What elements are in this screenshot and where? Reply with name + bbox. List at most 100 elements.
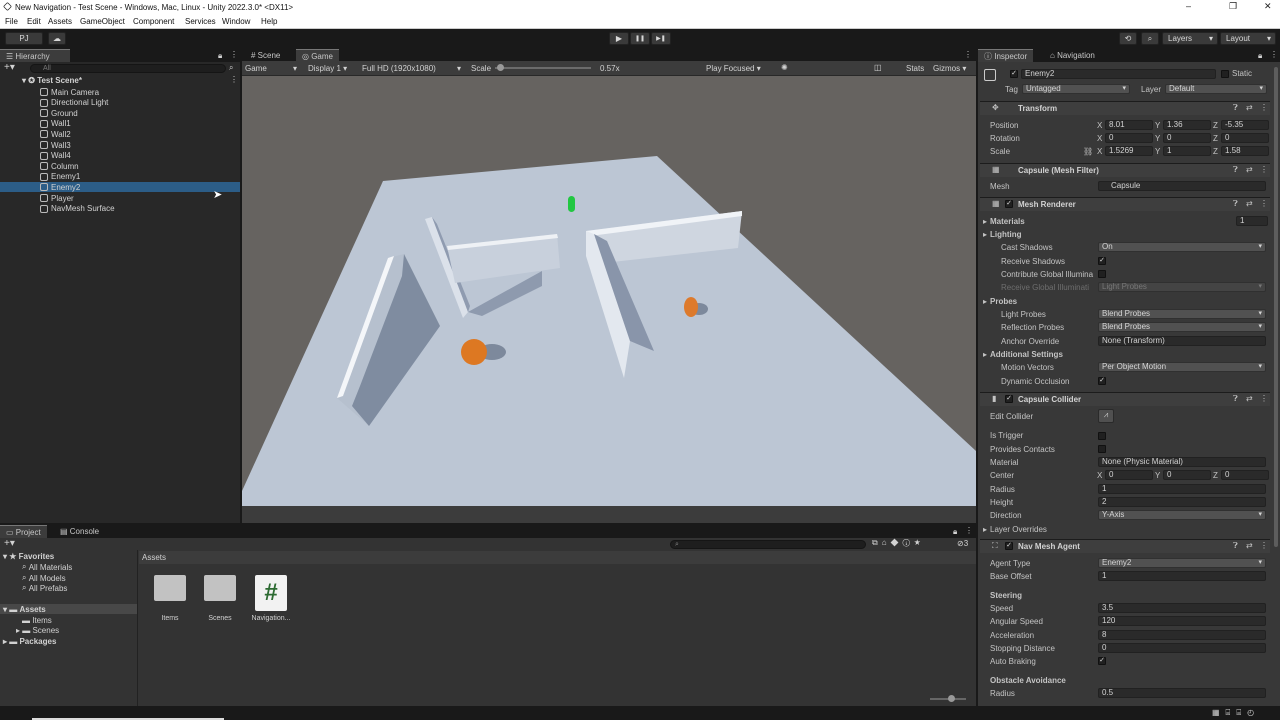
- menu-window[interactable]: Window: [222, 17, 250, 26]
- hierarchy-item[interactable]: Column: [40, 161, 79, 171]
- assets-items-folder[interactable]: ▬ Items: [22, 615, 52, 625]
- scale-z-field[interactable]: 1.58: [1221, 146, 1269, 156]
- preset-icon[interactable]: ⇄: [1246, 199, 1253, 208]
- additional-settings-foldout[interactable]: ▸: [983, 350, 987, 359]
- status-icons[interactable]: ▦⌸⌸◴: [1212, 708, 1260, 718]
- more-icon[interactable]: ⋮: [964, 50, 972, 59]
- motion-vectors-dropdown[interactable]: Per Object Motion: [1098, 362, 1266, 372]
- maximize-button[interactable]: ❐: [1229, 1, 1237, 12]
- search-icon[interactable]: ⌕: [1141, 32, 1159, 45]
- asset-items-folder[interactable]: Items: [150, 575, 190, 622]
- add-icon[interactable]: +▾: [4, 538, 15, 549]
- nav-mesh-agent-header[interactable]: Nav Mesh Agent: [980, 539, 1270, 553]
- scale-x-field[interactable]: 1.5269: [1105, 146, 1153, 156]
- fav-all-models[interactable]: ⌕ All Models: [22, 573, 66, 583]
- tab-navigation[interactable]: ⌂ Navigation: [1044, 49, 1101, 62]
- dynamic-occlusion-checkbox[interactable]: ✓: [1098, 377, 1106, 385]
- contribute-gi-checkbox[interactable]: [1098, 270, 1106, 278]
- materials-label[interactable]: Materials: [990, 217, 1025, 226]
- scrollbar[interactable]: [1274, 67, 1278, 547]
- materials-foldout[interactable]: ▸: [983, 217, 987, 226]
- menu-assets[interactable]: Assets: [48, 17, 72, 26]
- position-y-field[interactable]: 1.36: [1163, 120, 1211, 130]
- materials-count-field[interactable]: 1: [1236, 216, 1268, 226]
- layout-dropdown[interactable]: Layout ▾: [1220, 32, 1276, 45]
- lock-icon[interactable]: 🔒︎: [1258, 51, 1262, 61]
- more-icon[interactable]: ⋮: [230, 50, 238, 59]
- tab-inspector[interactable]: ⓘ Inspector: [978, 49, 1034, 62]
- radius-field[interactable]: 1: [1098, 484, 1266, 494]
- help-icon[interactable]: ❓︎: [1233, 103, 1238, 113]
- help-icon[interactable]: ❓︎: [1233, 541, 1238, 551]
- fav-all-prefabs[interactable]: ⌕ All Prefabs: [22, 583, 67, 593]
- tab-console[interactable]: ▤ Console: [54, 525, 105, 538]
- asset-navigation-script[interactable]: # Navigation...: [248, 575, 294, 622]
- component-menu-icon[interactable]: ⋮: [1260, 541, 1268, 550]
- position-z-field[interactable]: -5.35: [1221, 120, 1269, 130]
- step-button[interactable]: ▶❚: [651, 32, 671, 45]
- preset-icon[interactable]: ⇄: [1246, 103, 1253, 112]
- static-checkbox[interactable]: [1221, 70, 1229, 78]
- more-icon[interactable]: ⋮: [1270, 50, 1278, 59]
- hierarchy-item[interactable]: Directional Light: [40, 98, 108, 108]
- center-y-field[interactable]: 0: [1163, 470, 1211, 480]
- stopping-distance-field[interactable]: 0: [1098, 643, 1266, 653]
- provides-contacts-checkbox[interactable]: [1098, 445, 1106, 453]
- gizmos-dropdown[interactable]: Gizmos ▾: [933, 64, 966, 73]
- component-menu-icon[interactable]: ⋮: [1260, 199, 1268, 208]
- is-trigger-checkbox[interactable]: [1098, 432, 1106, 440]
- component-enabled-checkbox[interactable]: ✓: [1005, 200, 1013, 208]
- menu-file[interactable]: File: [5, 17, 18, 26]
- agent-type-dropdown[interactable]: Enemy2: [1098, 558, 1266, 568]
- bug-icon[interactable]: ✺: [781, 63, 788, 72]
- rotation-y-field[interactable]: 0: [1163, 133, 1211, 143]
- edit-collider-button[interactable]: ⩘: [1098, 409, 1114, 423]
- hierarchy-item[interactable]: Enemy1: [40, 172, 80, 182]
- preset-icon[interactable]: ⇄: [1246, 394, 1253, 403]
- minimize-button[interactable]: –: [1186, 1, 1191, 11]
- layer-dropdown[interactable]: Default: [1165, 84, 1267, 94]
- asset-breadcrumb[interactable]: Assets: [139, 551, 976, 564]
- tab-project[interactable]: ▭ Project: [0, 525, 47, 538]
- lock-icon[interactable]: 🔒︎: [953, 527, 957, 537]
- hierarchy-item[interactable]: NavMesh Surface: [40, 204, 115, 214]
- hierarchy-item[interactable]: Player: [40, 193, 74, 203]
- close-button[interactable]: ✕: [1264, 1, 1272, 12]
- game-mode-dropdown[interactable]: Game: [245, 64, 267, 73]
- filter-icon[interactable]: ⌕: [229, 63, 233, 73]
- rotation-z-field[interactable]: 0: [1221, 133, 1269, 143]
- toolbar-icons[interactable]: ⧉⌂◆ⓘ★: [872, 538, 925, 548]
- lighting-foldout[interactable]: ▸: [983, 230, 987, 239]
- pause-button[interactable]: ❚❚: [630, 32, 650, 45]
- height-field[interactable]: 2: [1098, 497, 1266, 507]
- lock-icon[interactable]: 🔒︎: [218, 51, 222, 61]
- menu-help[interactable]: Help: [261, 17, 277, 26]
- tag-dropdown[interactable]: Untagged: [1022, 84, 1130, 94]
- base-offset-field[interactable]: 1: [1098, 571, 1266, 581]
- hierarchy-item[interactable]: Wall2: [40, 129, 71, 139]
- anchor-override-field[interactable]: None (Transform): [1098, 336, 1266, 346]
- receive-shadows-checkbox[interactable]: ✓: [1098, 257, 1106, 265]
- additional-settings-label[interactable]: Additional Settings: [990, 350, 1063, 359]
- layer-overrides-foldout[interactable]: ▸: [983, 525, 987, 534]
- hierarchy-item[interactable]: Ground: [40, 108, 78, 118]
- project-search-input[interactable]: ⌕: [670, 540, 866, 549]
- mesh-field[interactable]: Capsule: [1098, 181, 1266, 191]
- zoom-slider[interactable]: [930, 695, 966, 702]
- more-icon[interactable]: ⋮: [965, 526, 973, 535]
- menu-component[interactable]: Component: [133, 17, 174, 26]
- hierarchy-item[interactable]: Enemy2: [0, 182, 240, 193]
- layers-dropdown[interactable]: Layers ▾: [1162, 32, 1218, 45]
- assets-scenes-folder[interactable]: ▸ ▬ Scenes: [16, 625, 59, 635]
- add-icon[interactable]: +▾: [4, 62, 15, 73]
- mesh-filter-header[interactable]: Capsule (Mesh Filter): [980, 163, 1270, 177]
- assets-folder[interactable]: ▾ ▬ Assets: [0, 604, 137, 614]
- constrain-proportions-icon[interactable]: ⛓: [1083, 147, 1093, 156]
- capsule-collider-header[interactable]: Capsule Collider: [980, 392, 1270, 406]
- layer-overrides-label[interactable]: Layer Overrides: [990, 525, 1047, 534]
- help-icon[interactable]: ❓︎: [1233, 199, 1238, 209]
- play-focused-dropdown[interactable]: Play Focused ▾: [706, 64, 761, 73]
- menu-edit[interactable]: Edit: [27, 17, 41, 26]
- probes-label[interactable]: Probes: [990, 297, 1017, 306]
- acceleration-field[interactable]: 8: [1098, 630, 1266, 640]
